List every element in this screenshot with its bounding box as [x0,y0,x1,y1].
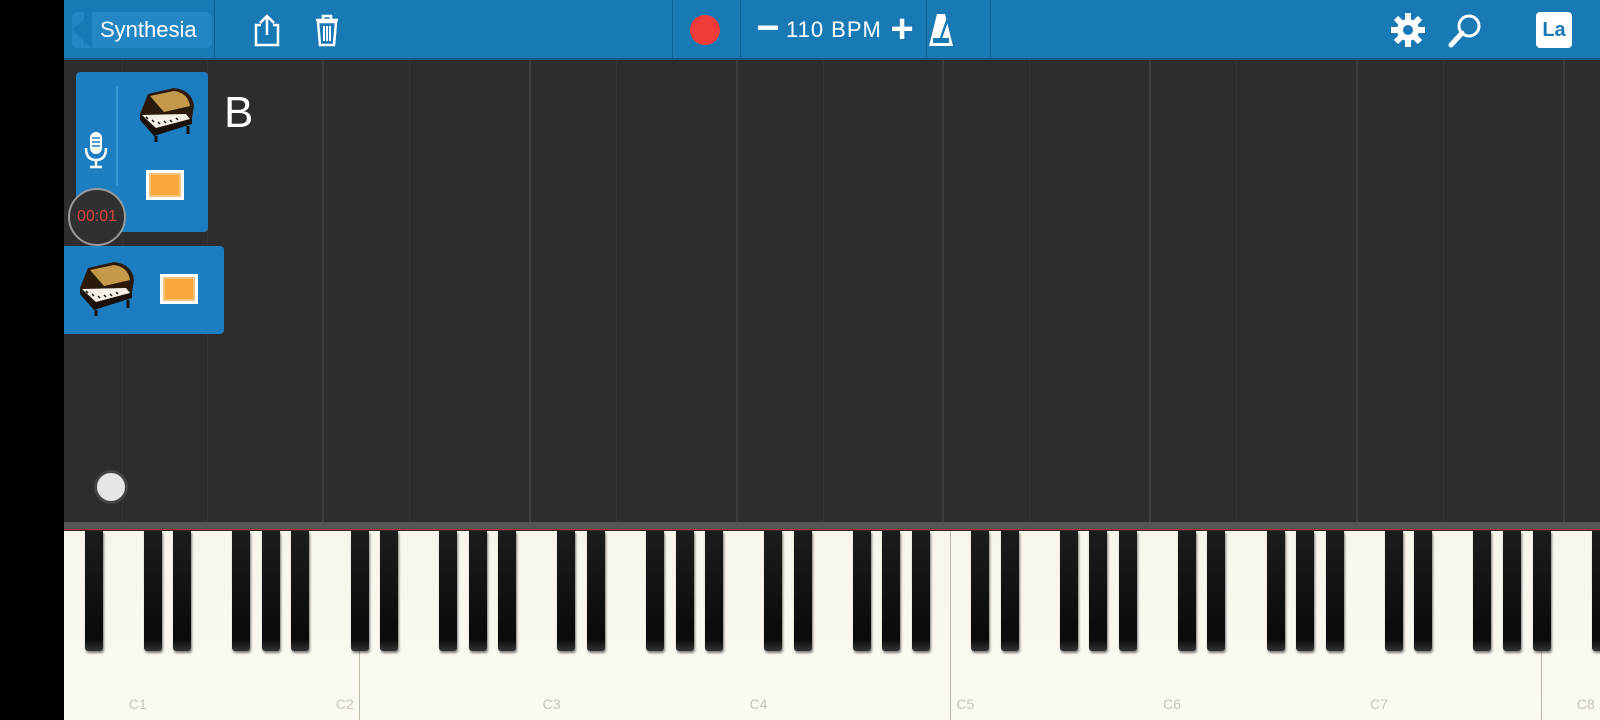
trash-icon[interactable] [307,10,347,50]
hand-label: B [224,88,254,137]
black-key[interactable] [971,531,990,651]
octave-label: C2 [335,696,354,712]
black-key[interactable] [1118,531,1137,651]
gear-icon[interactable] [1388,10,1428,50]
black-key[interactable] [1591,531,1600,651]
octave-gridline [1356,60,1358,522]
black-key[interactable] [291,531,310,651]
black-key[interactable] [261,531,280,651]
beat-gridline [823,60,824,522]
black-key[interactable] [380,531,399,651]
toolbar-separator [672,0,673,58]
octave-gridline [942,60,944,522]
bpm-decrease-button[interactable]: − [751,8,785,48]
beat-gridline [1443,60,1444,522]
black-key[interactable] [439,531,458,651]
octave-label: C7 [1370,696,1388,712]
beat-gridline [616,60,617,522]
beat-gridline [1029,60,1030,522]
octave-gridline [1563,60,1565,522]
black-key[interactable] [646,531,664,651]
toolbar-separator [990,0,991,58]
black-key[interactable] [1384,531,1403,651]
black-key[interactable] [675,531,694,651]
piano-instrument-icon[interactable] [74,258,138,323]
black-key[interactable] [1207,531,1226,651]
octave-gridline [736,60,738,522]
black-key[interactable] [1177,531,1196,651]
black-key[interactable] [1473,531,1492,651]
black-key[interactable] [705,531,724,651]
octave-label: C4 [749,696,768,712]
black-key[interactable] [911,531,930,651]
toolbar: Synthesia − 110 BPM + La [64,0,1600,60]
octave-gridline [529,60,531,522]
toolbar-separator [740,0,741,58]
track-color-swatch[interactable] [146,170,184,200]
app-window: Synthesia − 110 BPM + La 00:01 B C1 C2 C… [64,0,1600,720]
octave-label: C8 [1576,696,1595,712]
roll-divider [64,522,1600,530]
black-key[interactable] [1089,531,1108,651]
octave-label: C3 [542,696,561,712]
black-key[interactable] [1532,531,1551,651]
black-key[interactable] [1000,531,1019,651]
black-key[interactable] [793,531,812,651]
bpm-display: 110 BPM [786,17,882,42]
bpm-increase-button[interactable]: + [884,9,920,49]
elapsed-time: 00:01 [68,188,126,246]
scroll-handle[interactable] [94,470,128,504]
black-key[interactable] [1502,531,1521,651]
black-key[interactable] [468,531,487,651]
black-key[interactable] [852,531,871,651]
back-button[interactable]: Synthesia [72,12,212,48]
black-key[interactable] [1266,531,1285,651]
black-key[interactable] [882,531,901,651]
black-key[interactable] [1414,531,1433,651]
record-button[interactable] [690,15,720,45]
black-key[interactable] [84,531,103,651]
black-key[interactable] [232,531,251,651]
beat-gridline [1236,60,1237,522]
octave-label: C5 [956,696,975,712]
black-key[interactable] [586,531,605,651]
share-icon[interactable] [247,10,287,50]
black-key[interactable] [1059,531,1078,651]
black-key[interactable] [557,531,576,651]
track-color-swatch[interactable] [160,274,198,304]
piano-instrument-icon[interactable] [134,84,198,149]
octave-label: C1 [128,696,147,712]
track-left-hand[interactable] [64,246,224,334]
search-icon[interactable] [1446,10,1486,50]
black-key[interactable] [498,531,517,651]
octave-gridline [322,60,324,522]
piano-keyboard[interactable]: C1 C2 C3 C4 C5 C6 C7 C8 [64,531,1600,720]
black-key[interactable] [1325,531,1344,651]
octave-label: C6 [1163,696,1182,712]
black-key[interactable] [1296,531,1315,651]
language-button[interactable]: La [1536,12,1572,48]
microphone-icon[interactable] [82,130,110,175]
octave-gridline [1149,60,1151,522]
black-key[interactable] [173,531,192,651]
black-key[interactable] [764,531,783,651]
track-divider [116,86,118,186]
black-key[interactable] [143,531,162,651]
black-key[interactable] [350,531,369,651]
metronome-icon[interactable] [921,10,961,50]
note-roll[interactable] [64,60,1600,522]
beat-gridline [409,60,410,522]
toolbar-separator [214,0,215,58]
